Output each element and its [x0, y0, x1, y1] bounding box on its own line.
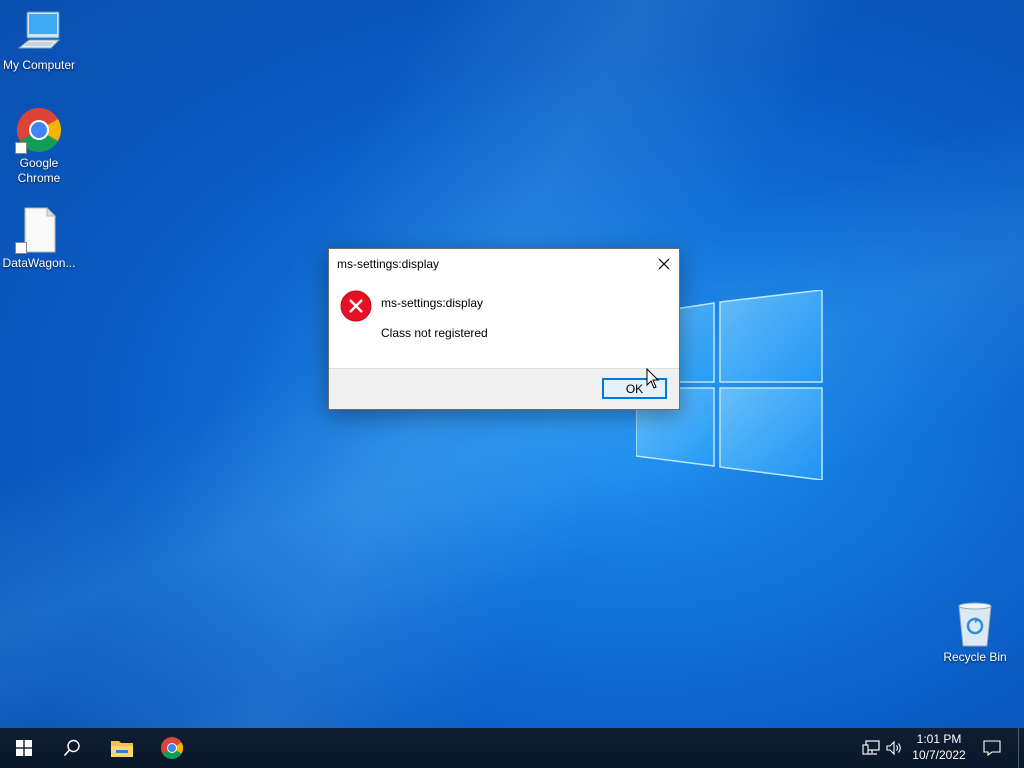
recycle-bin-icon: [951, 600, 999, 648]
chrome-icon: [15, 106, 63, 154]
taskbar-file-explorer[interactable]: [98, 728, 146, 768]
desktop-icon-label: My Computer: [2, 58, 76, 72]
desktop-icon-label: Google Chrome: [17, 156, 61, 185]
desktop-icon-datawagon[interactable]: DataWagon...: [0, 206, 78, 271]
start-icon: [16, 740, 32, 756]
action-center-icon: [983, 740, 1001, 756]
taskbar-chrome[interactable]: [148, 728, 196, 768]
desktop-icon-recycle-bin[interactable]: Recycle Bin: [936, 600, 1014, 665]
blank-file-icon: [15, 206, 63, 254]
dialog-heading: ms-settings:display: [381, 296, 484, 310]
volume-icon: [886, 740, 901, 756]
dialog-footer: OK: [329, 368, 679, 409]
clock-time: 1:01 PM: [916, 732, 962, 746]
desktop-icon-label: Recycle Bin: [943, 650, 1007, 664]
dialog-title: ms-settings:display: [337, 257, 440, 271]
action-center-button[interactable]: [978, 728, 1006, 768]
file-explorer-icon: [111, 741, 133, 757]
shortcut-arrow-icon: [15, 142, 27, 154]
dialog-body: ms-settings:display Class not registered: [329, 279, 679, 369]
tray-volume[interactable]: [884, 728, 906, 768]
dialog-message: Class not registered: [381, 326, 488, 340]
taskbar: 1:01 PM 10/7/2022: [0, 728, 1024, 768]
tray-network[interactable]: [860, 728, 882, 768]
desktop-icon-label: DataWagon...: [2, 256, 76, 270]
shortcut-arrow-icon: [15, 242, 27, 254]
error-icon: [340, 290, 372, 322]
start-button[interactable]: [0, 728, 48, 768]
network-icon: [862, 740, 880, 755]
mouse-cursor-icon: [646, 368, 660, 389]
close-icon: [658, 258, 670, 270]
search-icon: [63, 739, 80, 757]
desktop-icon-my-computer[interactable]: My Computer: [0, 8, 78, 73]
error-dialog: ms-settings:display ms-settings:display …: [328, 248, 680, 410]
clock-date: 10/7/2022: [912, 748, 966, 762]
show-desktop-button[interactable]: [1018, 728, 1024, 768]
close-button[interactable]: [649, 249, 679, 279]
computer-icon: [15, 8, 63, 56]
search-button[interactable]: [48, 728, 96, 768]
desktop-icon-google-chrome[interactable]: Google Chrome: [0, 106, 78, 186]
chrome-icon: [161, 737, 183, 759]
taskbar-clock[interactable]: 1:01 PM 10/7/2022: [904, 731, 974, 765]
